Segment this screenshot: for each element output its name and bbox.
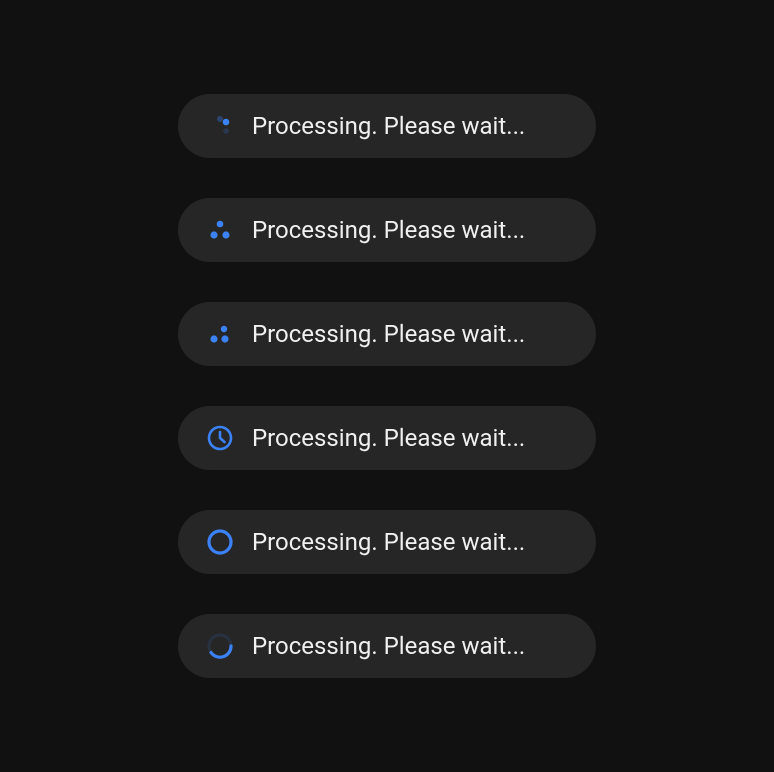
status-text: Processing. Please wait... bbox=[252, 216, 525, 244]
status-text: Processing. Please wait... bbox=[252, 632, 525, 660]
status-pill: Processing. Please wait... bbox=[178, 406, 596, 470]
status-text: Processing. Please wait... bbox=[252, 424, 525, 452]
status-pill: Processing. Please wait... bbox=[178, 94, 596, 158]
status-pill: Processing. Please wait... bbox=[178, 302, 596, 366]
status-text: Processing. Please wait... bbox=[252, 528, 525, 556]
spinner-dots-fade-icon bbox=[206, 112, 234, 140]
status-pill: Processing. Please wait... bbox=[178, 198, 596, 262]
spinner-dots-triangle-icon bbox=[206, 216, 234, 244]
status-pill: Processing. Please wait... bbox=[178, 614, 596, 678]
status-text: Processing. Please wait... bbox=[252, 320, 525, 348]
status-text: Processing. Please wait... bbox=[252, 112, 525, 140]
spinner-dots-variant-icon bbox=[206, 320, 234, 348]
status-pill: Processing. Please wait... bbox=[178, 510, 596, 574]
clock-icon bbox=[206, 424, 234, 452]
spinner-ring-icon bbox=[206, 528, 234, 556]
spinner-arc-icon bbox=[206, 632, 234, 660]
